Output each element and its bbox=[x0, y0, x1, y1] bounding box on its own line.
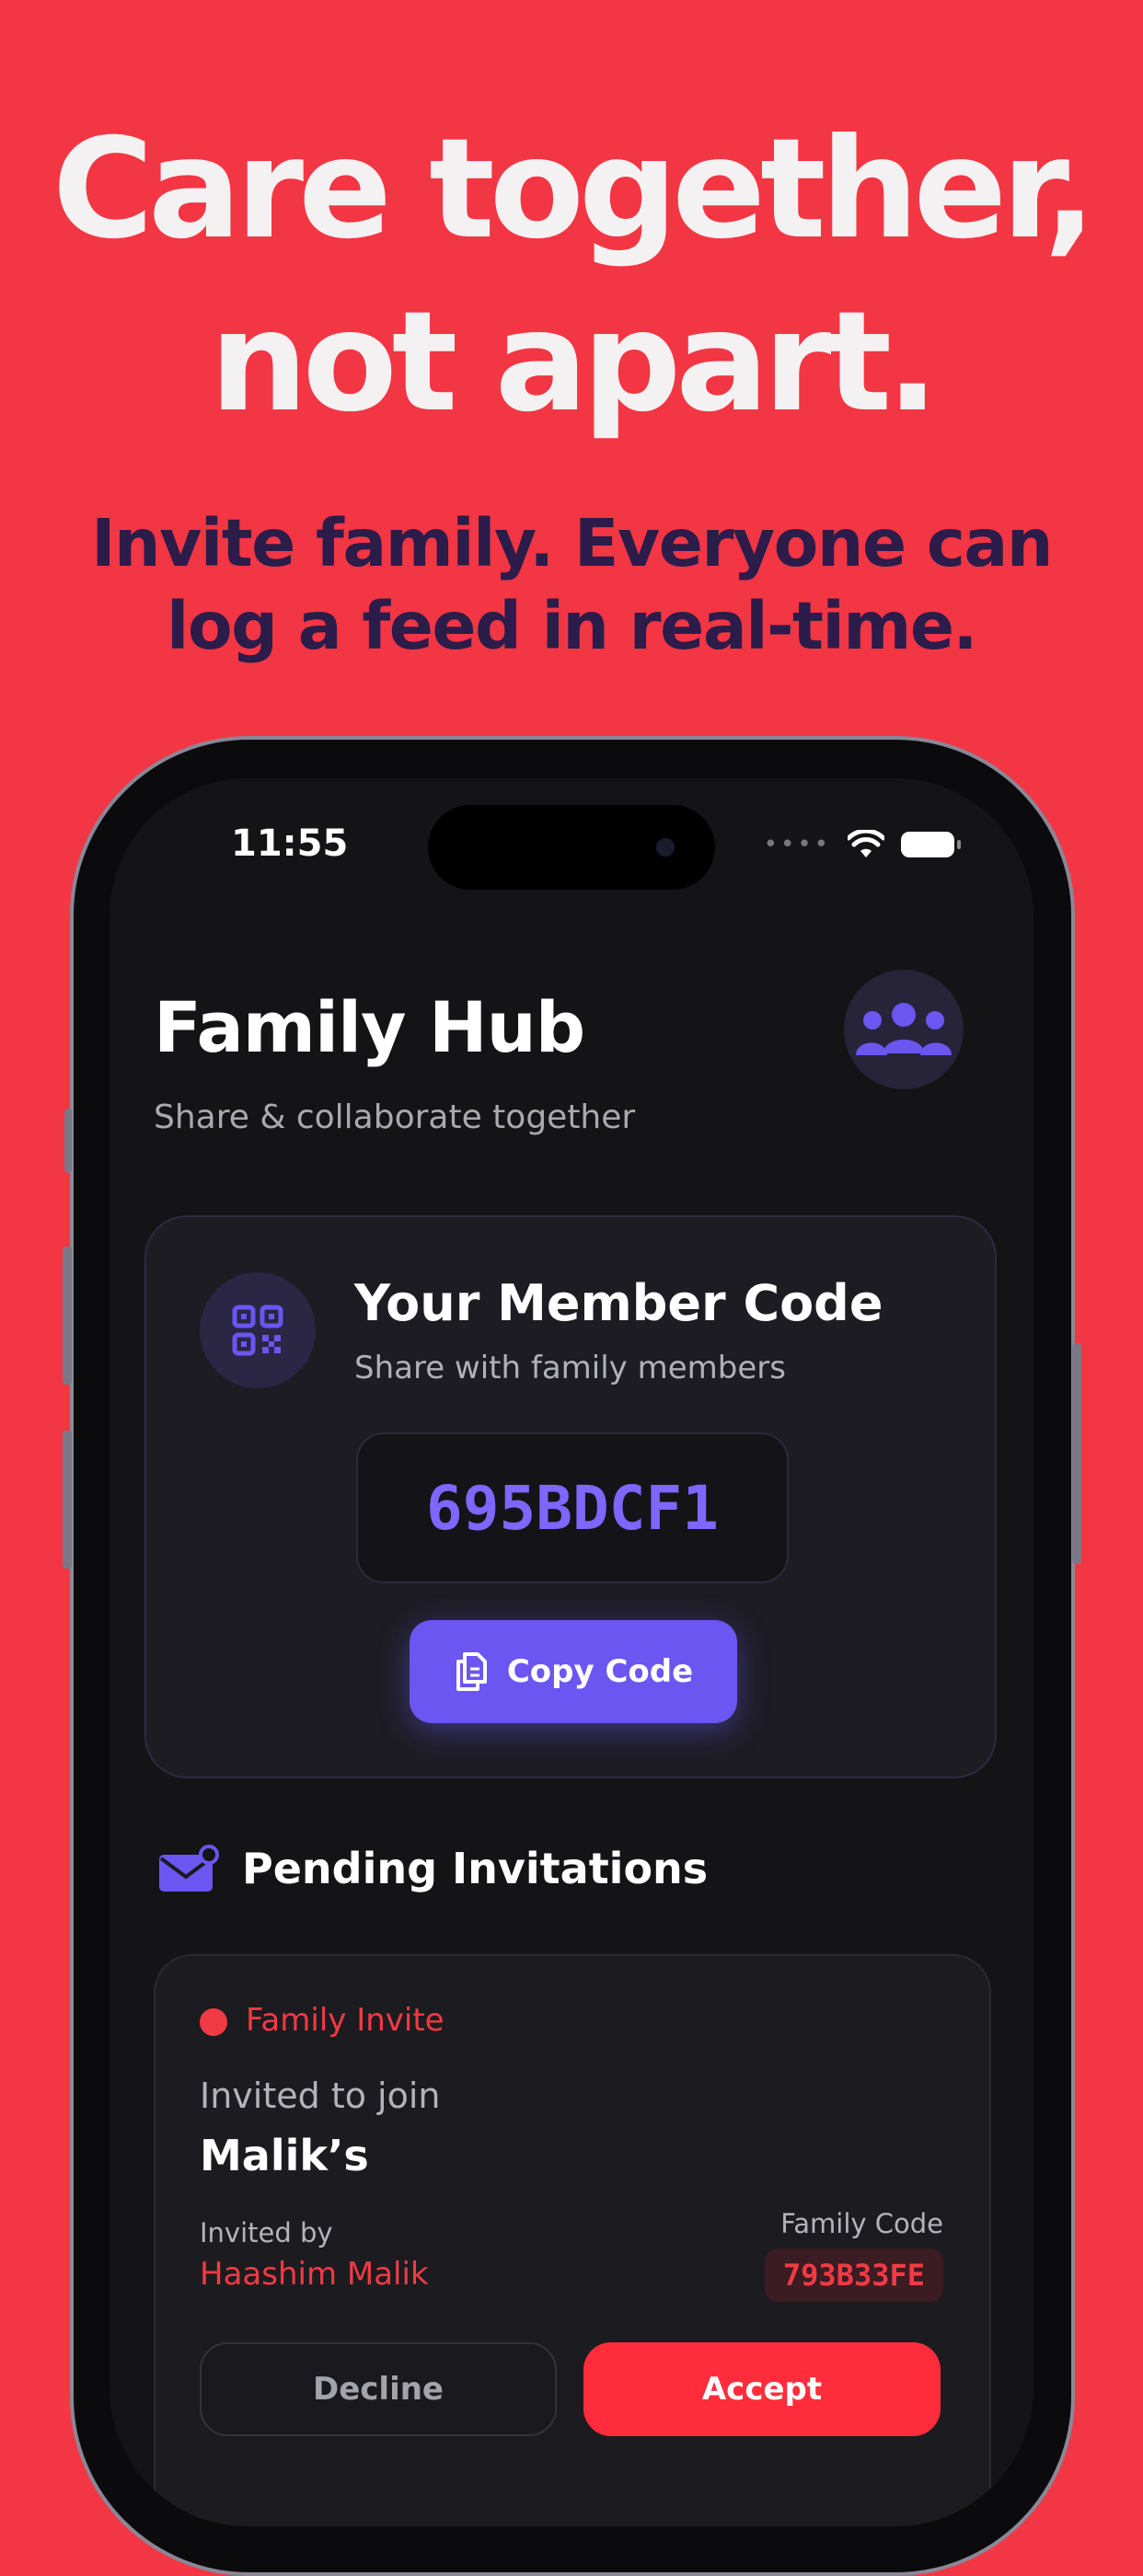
family-group-icon bbox=[856, 1003, 952, 1055]
member-code-value: 695BDCF1 bbox=[356, 1432, 789, 1583]
inviter-name: Haashim Malik bbox=[200, 2256, 429, 2293]
camera-icon bbox=[656, 838, 675, 857]
page-subtitle: Share & collaborate together bbox=[154, 1098, 636, 1136]
copy-code-button[interactable]: Copy Code bbox=[410, 1620, 737, 1723]
qr-code-icon bbox=[232, 1305, 283, 1356]
family-group-button[interactable] bbox=[844, 970, 964, 1089]
family-code-label: Family Code bbox=[780, 2208, 943, 2239]
member-code-subtitle: Share with family members bbox=[354, 1350, 786, 1386]
wifi-icon bbox=[848, 830, 884, 857]
phone-power-button bbox=[1072, 1343, 1081, 1564]
battery-icon bbox=[901, 832, 961, 857]
invited-by-label: Invited by bbox=[200, 2217, 333, 2248]
status-icons: •••• bbox=[763, 830, 961, 859]
phone-volume-up-button bbox=[63, 1247, 72, 1385]
copy-code-label: Copy Code bbox=[506, 1653, 694, 1690]
decline-button[interactable]: Decline bbox=[200, 2342, 557, 2436]
page-title: Family Hub bbox=[154, 986, 585, 1068]
subhead-line-1: Invite family. Everyone can bbox=[91, 505, 1053, 581]
invite-card: Family Invite Invited to join Malik’s In… bbox=[154, 1954, 991, 2526]
marketing-subhead: Invite family. Everyone can log a feed i… bbox=[0, 502, 1143, 668]
copy-icon bbox=[456, 1652, 487, 1691]
invited-to-join-label: Invited to join bbox=[200, 2076, 441, 2116]
invite-type-label: Family Invite bbox=[246, 2002, 444, 2039]
status-time: 11:55 bbox=[231, 822, 349, 865]
member-code-card: Your Member Code Share with family membe… bbox=[144, 1215, 997, 1778]
signal-dots-icon: •••• bbox=[763, 831, 831, 858]
pending-invitations-title: Pending Invitations bbox=[242, 1844, 709, 1893]
headline-line-1: Care together, bbox=[52, 109, 1096, 270]
member-code-title: Your Member Code bbox=[354, 1274, 883, 1332]
qr-badge bbox=[200, 1272, 316, 1388]
phone-action-button bbox=[64, 1109, 72, 1173]
subhead-line-2: log a feed in real-time. bbox=[167, 588, 977, 664]
accept-button[interactable]: Accept bbox=[583, 2342, 941, 2436]
pending-invitations-header: Pending Invitations bbox=[157, 1844, 708, 1893]
invite-family-name: Malik’s bbox=[200, 2131, 369, 2180]
dynamic-island bbox=[428, 805, 715, 890]
phone-volume-down-button bbox=[63, 1431, 72, 1569]
envelope-icon bbox=[159, 1845, 219, 1892]
phone-screen: 11:55 •••• Family Hub Share & collaborat… bbox=[110, 778, 1033, 2526]
marketing-headline: Care together, not apart. bbox=[0, 103, 1143, 449]
headline-line-2: not apart. bbox=[209, 282, 939, 443]
family-code-value: 793B33FE bbox=[764, 2248, 943, 2302]
invite-status-dot bbox=[200, 2008, 227, 2036]
